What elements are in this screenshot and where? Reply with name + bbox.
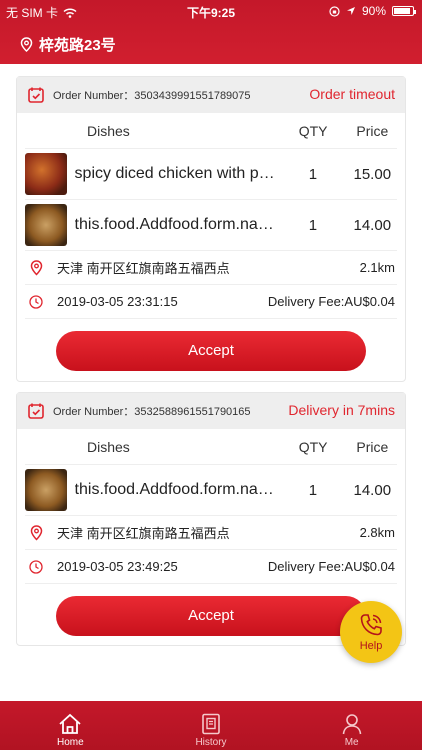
help-button[interactable]: Help: [340, 601, 402, 663]
dish-price: 14.00: [353, 481, 392, 499]
clock-icon: [25, 294, 47, 309]
dish-row: spicy diced chicken with peanuts 1 15.00: [25, 149, 397, 200]
dish-name: this.food.Addfood.form.name: [74, 216, 279, 233]
delivery-distance: 2.1km: [359, 260, 395, 275]
user-icon: [342, 714, 361, 735]
order-receipt-icon: [28, 87, 44, 103]
order-number: Order Number：3503439991551789075: [53, 90, 251, 102]
dishes-column-header: Dishes QTY Price: [25, 429, 397, 465]
dish-photo: [25, 153, 67, 195]
order-datetime: 2019-03-05 23:31:15: [57, 294, 178, 309]
order-status: Order timeout: [309, 86, 395, 102]
time-row: 2019-03-05 23:49:25 Delivery Fee:AU$0.04: [25, 550, 397, 584]
battery-icon: [392, 6, 416, 16]
clock-icon: [25, 559, 47, 574]
order-card-header: Order Number：3532588961551790165 Deliver…: [17, 393, 405, 429]
home-icon: [59, 713, 81, 734]
order-card: Order Number：3503439991551789075 Order t…: [16, 76, 406, 382]
dish-photo: [25, 204, 67, 246]
location-pin-icon: [20, 37, 33, 52]
dish-name: spicy diced chicken with peanuts: [74, 165, 279, 182]
status-bar: 无 SIM 卡 下午9:25 90%: [0, 0, 422, 22]
history-icon: [202, 713, 220, 735]
tab-home[interactable]: Home: [0, 701, 141, 750]
tab-history[interactable]: History: [141, 701, 282, 750]
dishes-column-header: Dishes QTY Price: [25, 113, 397, 149]
location-pin-icon: [25, 259, 47, 276]
accept-button[interactable]: Accept: [56, 596, 366, 636]
column-dishes: Dishes: [87, 438, 130, 455]
tab-bar: Home History Me: [0, 701, 422, 750]
order-card-header: Order Number：3503439991551789075 Order t…: [17, 77, 405, 113]
delivery-fee: Delivery Fee:AU$0.04: [267, 294, 395, 309]
address-row: 天津 南开区红旗南路五福西点 2.8km: [25, 516, 397, 550]
dish-name: this.food.Addfood.form.name: [74, 481, 279, 498]
column-qty: QTY: [298, 438, 328, 455]
current-location[interactable]: 梓苑路23号: [20, 34, 116, 55]
dish-photo: [25, 469, 67, 511]
rotation-lock-icon: [329, 5, 340, 17]
dish-row: this.food.Addfood.form.name 1 14.00: [25, 200, 397, 251]
tab-history-label: History: [195, 737, 227, 748]
time-row: 2019-03-05 23:31:15 Delivery Fee:AU$0.04: [25, 285, 397, 319]
app-header: 无 SIM 卡 下午9:25 90% 梓苑路23号: [0, 0, 422, 64]
order-receipt-icon: [28, 403, 44, 419]
dish-qty: 1: [308, 481, 318, 499]
phone-call-icon: [360, 614, 382, 636]
dish-qty: 1: [308, 216, 318, 234]
order-card: Order Number：3532588961551790165 Deliver…: [16, 392, 406, 646]
location-pin-icon: [25, 524, 47, 541]
order-status: Delivery in 7mins: [288, 402, 395, 418]
location-arrow-icon: [346, 7, 355, 15]
delivery-distance: 2.8km: [359, 525, 395, 540]
dish-price: 15.00: [353, 165, 392, 183]
column-price: Price: [356, 438, 389, 455]
delivery-address: 天津 南开区红旗南路五福西点: [57, 526, 230, 541]
dish-price: 14.00: [353, 216, 392, 234]
order-number: Order Number：3532588961551790165: [53, 406, 251, 418]
tab-me[interactable]: Me: [281, 701, 422, 750]
accept-button[interactable]: Accept: [56, 331, 366, 371]
order-datetime: 2019-03-05 23:49:25: [57, 559, 178, 574]
tab-me-label: Me: [344, 737, 359, 748]
delivery-address: 天津 南开区红旗南路五福西点: [57, 261, 230, 276]
location-text: 梓苑路23号: [39, 37, 116, 54]
column-price: Price: [356, 122, 389, 139]
delivery-fee: Delivery Fee:AU$0.04: [267, 559, 395, 574]
dish-qty: 1: [308, 165, 318, 183]
battery-percent: 90%: [361, 4, 386, 18]
address-row: 天津 南开区红旗南路五福西点 2.1km: [25, 251, 397, 285]
column-dishes: Dishes: [87, 122, 130, 139]
help-label: Help: [359, 640, 383, 652]
column-qty: QTY: [298, 122, 328, 139]
dish-row: this.food.Addfood.form.name 1 14.00: [25, 465, 397, 516]
tab-home-label: Home: [56, 737, 84, 748]
